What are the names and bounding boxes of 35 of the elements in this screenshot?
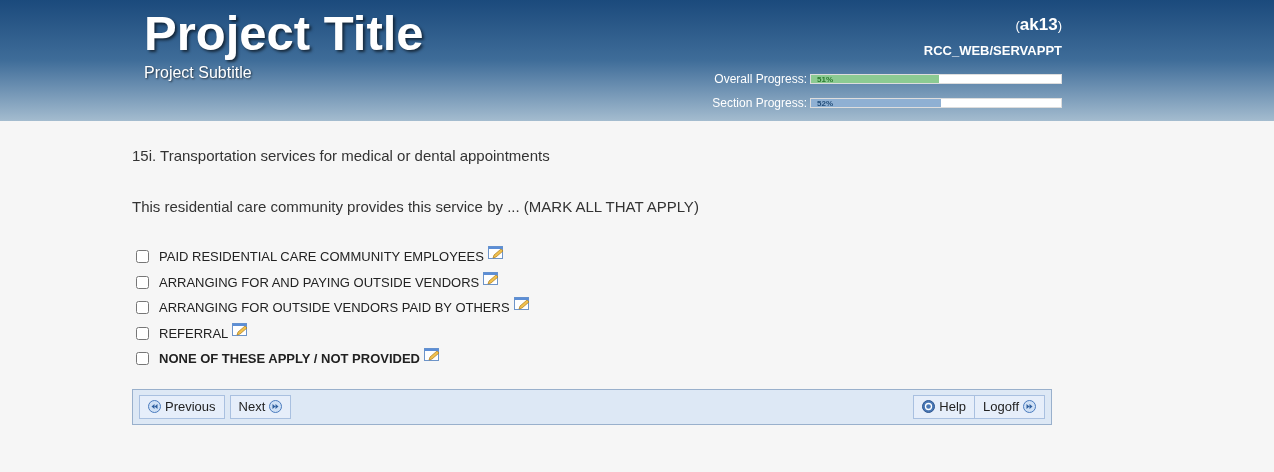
progress-reading: 51% <box>817 74 833 85</box>
fast-forward-icon <box>1023 400 1036 413</box>
project-subtitle: Project Subtitle <box>144 63 253 83</box>
progress-label: Section Progress: <box>712 95 807 112</box>
nav-button[interactable]: Previous <box>139 394 225 419</box>
checkbox[interactable] <box>136 352 149 366</box>
progress-label: Overall Progress: <box>714 71 807 88</box>
user-paren: ( <box>1015 17 1020 35</box>
user-paren: ) <box>1057 17 1062 35</box>
section-path: RCC_WEB/SERVAPPT <box>923 41 1062 60</box>
option-label: PAID RESIDENTIAL CARE COMMUNITY EMPLOYEES <box>159 248 484 266</box>
nav-button[interactable]: Logoff <box>975 394 1045 419</box>
option-label: REFERRAL <box>159 324 229 343</box>
option-label: ARRANGING FOR OUTSIDE VENDORS PAID BY OTHERS <box>159 299 510 317</box>
help-icon <box>922 400 936 413</box>
question-prompt: This residential care community provides this service by ... (MARK ALL THAT APPLY) <box>132 196 700 217</box>
progress-reading: 52% <box>817 98 833 109</box>
note-edit-icon[interactable] <box>487 246 504 262</box>
project-title: Project Title <box>144 5 424 61</box>
checkbox[interactable] <box>136 275 149 289</box>
checkbox[interactable] <box>136 326 149 340</box>
question-title: 15i. Transportation services for medical or dental appointments <box>132 146 551 166</box>
rewind-icon <box>148 400 161 413</box>
nav-button[interactable]: Next <box>229 394 292 419</box>
option-label: NONE OF THESE APPLY / NOT PROVIDED <box>159 350 420 368</box>
note-edit-icon[interactable] <box>483 271 500 287</box>
checkbox[interactable] <box>136 250 149 264</box>
nav-button[interactable]: Help <box>913 394 976 419</box>
note-edit-icon[interactable] <box>513 297 530 313</box>
checkbox[interactable] <box>136 301 149 315</box>
note-edit-icon[interactable] <box>232 322 249 338</box>
option-label: ARRANGING FOR AND PAYING OUTSIDE VENDORS <box>159 273 480 292</box>
user-id: ak13 <box>1019 14 1058 36</box>
fast-forward-icon <box>269 400 283 413</box>
note-edit-icon[interactable] <box>424 348 440 364</box>
